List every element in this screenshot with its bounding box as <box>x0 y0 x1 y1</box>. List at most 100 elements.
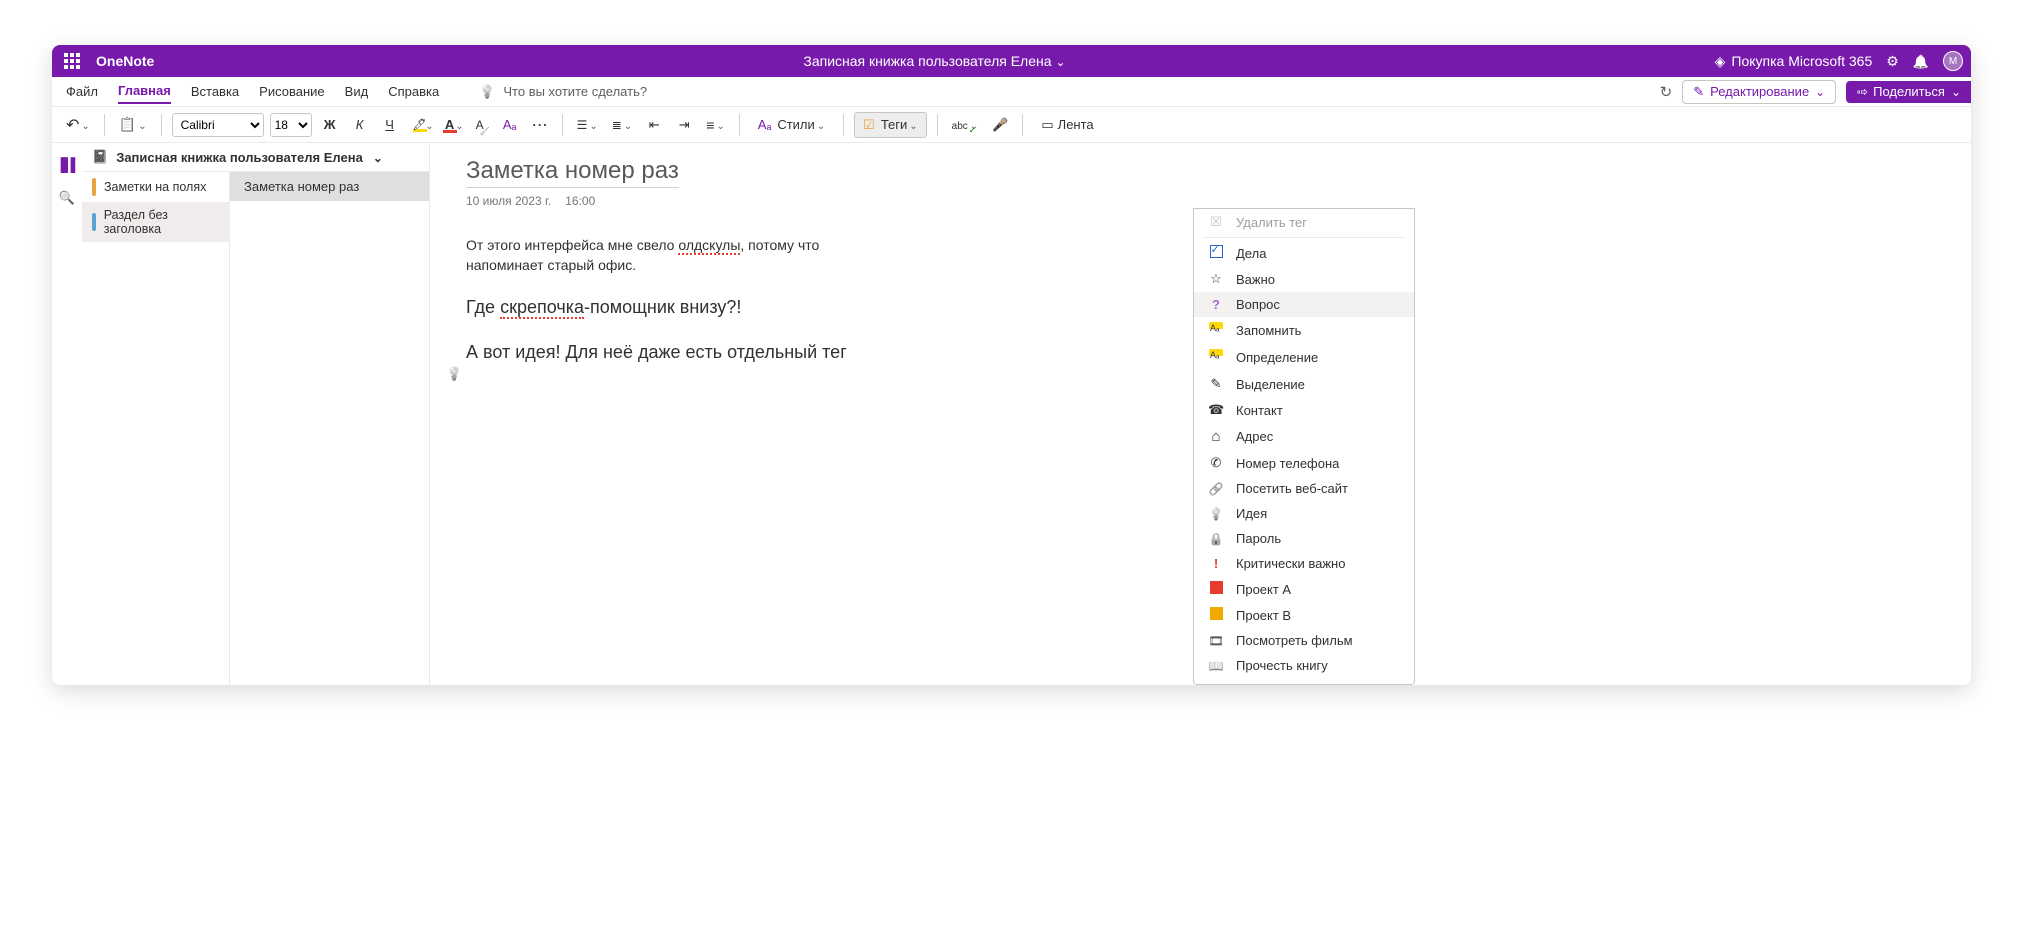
tag-question[interactable]: Вопрос <box>1194 292 1414 317</box>
outdent-button[interactable] <box>642 112 666 138</box>
pen-icon <box>1208 376 1224 392</box>
font-size-select[interactable]: 18 <box>270 113 312 137</box>
notebook-title: Записная книжка пользователя Елена <box>803 53 1051 69</box>
app-launcher-icon[interactable] <box>60 49 84 73</box>
tag-idea[interactable]: Идея <box>1194 501 1414 526</box>
tag-phone[interactable]: Номер телефона <box>1194 450 1414 476</box>
section-item[interactable]: Раздел без заголовка <box>82 202 229 242</box>
indent-button[interactable] <box>672 112 696 138</box>
bold-button[interactable] <box>318 112 342 138</box>
lock-icon <box>1208 531 1224 546</box>
page-item[interactable]: Заметка номер раз <box>230 172 429 201</box>
dictate-button[interactable] <box>988 112 1012 138</box>
tab-help[interactable]: Справка <box>388 80 439 103</box>
film-icon <box>1208 633 1224 648</box>
question-icon <box>1208 297 1224 312</box>
tab-insert[interactable]: Вставка <box>191 80 239 103</box>
spellcheck-button[interactable] <box>948 112 983 138</box>
tag-address[interactable]: Адрес <box>1194 423 1414 450</box>
bullets-button[interactable] <box>573 112 602 138</box>
note-body[interactable]: От этого интерфейса мне свело олдскулы, … <box>466 236 886 366</box>
remember-icon <box>1209 322 1223 336</box>
checkbox-icon <box>1210 245 1223 258</box>
editing-mode-button[interactable]: Редактирование <box>1682 80 1836 104</box>
definition-icon <box>1209 349 1223 363</box>
notifications-icon[interactable] <box>1913 53 1929 70</box>
tag-critical[interactable]: Критически важно <box>1194 551 1414 576</box>
notebooks-icon[interactable] <box>56 157 78 172</box>
more-formatting-button[interactable] <box>528 112 552 138</box>
left-rail <box>52 143 82 685</box>
tags-dropdown-menu: Удалить тег Дела Важно Вопрос Запомнить … <box>1193 208 1419 685</box>
orange-square-icon <box>1210 607 1223 620</box>
contact-icon <box>1208 402 1224 418</box>
idea-tag-icon[interactable] <box>446 366 462 382</box>
settings-icon[interactable] <box>1886 53 1899 70</box>
onenote-window: OneNote Записная книжка пользователя Еле… <box>52 45 1971 685</box>
highlight-button[interactable] <box>408 112 432 138</box>
format-painter-button[interactable] <box>498 112 522 138</box>
note-title[interactable]: Заметка номер раз <box>466 157 679 188</box>
bulb-icon <box>479 84 495 100</box>
notebook-picker[interactable]: Записная книжка пользователя Елена <box>82 143 429 172</box>
tag-book[interactable]: Прочесть книгу <box>1194 653 1414 678</box>
tags-button[interactable]: Теги <box>854 112 927 138</box>
chevron-down-icon <box>1815 84 1825 99</box>
tab-view[interactable]: Вид <box>345 80 369 103</box>
buy-microsoft-365-button[interactable]: Покупка Microsoft 365 <box>1715 53 1873 70</box>
tag-password[interactable]: Пароль <box>1194 526 1414 551</box>
font-color-button[interactable] <box>438 112 462 138</box>
tell-me-search[interactable]: Что вы хотите сделать? <box>479 84 647 100</box>
body-area: Записная книжка пользователя Елена Замет… <box>52 143 1971 685</box>
chevron-down-icon <box>1951 84 1961 99</box>
tag-project-b[interactable]: Проект В <box>1194 602 1414 628</box>
tab-file[interactable]: Файл <box>66 80 98 103</box>
tag-website[interactable]: Посетить веб-сайт <box>1194 476 1414 501</box>
undo-button[interactable] <box>62 112 94 138</box>
tag-contact[interactable]: Контакт <box>1194 397 1414 423</box>
section-item[interactable]: Заметки на полях <box>82 172 229 202</box>
title-bar: OneNote Записная книжка пользователя Еле… <box>52 45 1971 77</box>
section-color-icon <box>92 213 96 231</box>
feed-button[interactable]: Лента <box>1033 112 1101 138</box>
tag-todo[interactable]: Дела <box>1194 240 1414 266</box>
red-square-icon <box>1210 581 1223 594</box>
navigation-pane: Записная книжка пользователя Елена Замет… <box>82 143 430 685</box>
underline-button[interactable] <box>378 112 402 138</box>
avatar[interactable]: M <box>1943 51 1963 71</box>
tag-highlight[interactable]: Выделение <box>1194 371 1414 397</box>
tab-home[interactable]: Главная <box>118 79 171 104</box>
sections-list: Заметки на полях Раздел без заголовка <box>82 172 230 685</box>
link-icon <box>1208 481 1224 496</box>
align-button[interactable] <box>702 112 729 138</box>
phone-icon <box>1208 455 1224 471</box>
ribbon-toolbar: Calibri 18 Стили Теги Лента <box>52 107 1971 143</box>
tag-movie[interactable]: Посмотреть фильм <box>1194 628 1414 653</box>
notebook-title-dropdown[interactable]: Записная книжка пользователя Елена <box>166 53 1702 69</box>
chevron-down-icon <box>1056 53 1066 69</box>
font-family-select[interactable]: Calibri <box>172 113 264 137</box>
tag-definition[interactable]: Определение <box>1194 344 1414 371</box>
search-icon[interactable] <box>59 190 75 206</box>
note-canvas[interactable]: Заметка номер раз 10 июля 2023 г. 16:00 … <box>430 143 1971 685</box>
app-name: OneNote <box>96 53 154 69</box>
styles-button[interactable]: Стили <box>750 112 833 138</box>
home-icon <box>1208 428 1224 445</box>
tag-remember[interactable]: Запомнить <box>1194 317 1414 344</box>
share-button[interactable]: Поделиться <box>1846 81 1971 103</box>
sync-icon[interactable] <box>1660 83 1673 101</box>
star-icon <box>1208 271 1224 287</box>
tag-project-a[interactable]: Проект А <box>1194 576 1414 602</box>
clear-formatting-button[interactable] <box>468 112 492 138</box>
italic-button[interactable] <box>348 112 372 138</box>
pen-icon <box>1693 84 1704 100</box>
section-color-icon <box>92 178 96 196</box>
tag-music[interactable]: Послушать музыку <box>1194 678 1414 685</box>
diamond-icon <box>1715 53 1726 70</box>
delete-tag-icon <box>1208 214 1224 230</box>
numbering-button[interactable] <box>608 112 636 138</box>
tab-draw[interactable]: Рисование <box>259 80 324 103</box>
book-icon <box>1208 658 1224 673</box>
paste-button[interactable] <box>115 112 151 138</box>
tag-important[interactable]: Важно <box>1194 266 1414 292</box>
